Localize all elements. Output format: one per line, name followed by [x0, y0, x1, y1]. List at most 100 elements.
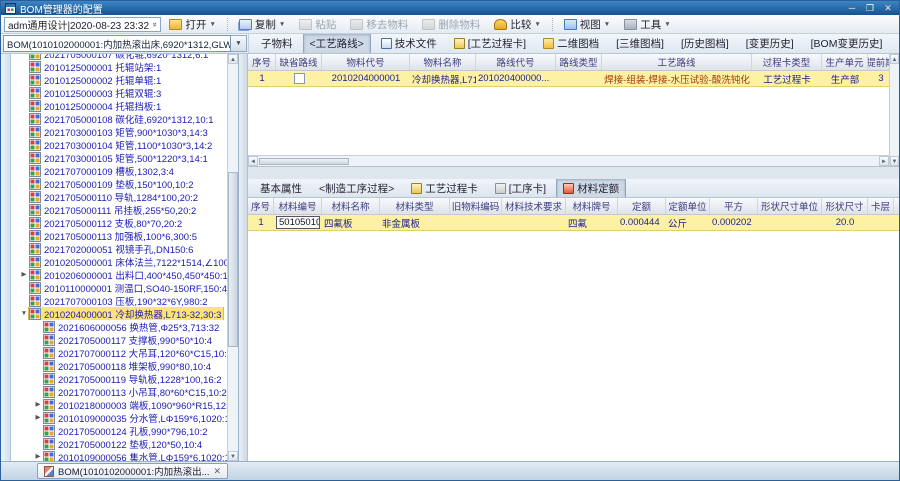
tree-item[interactable]: 2010125000002 托辊单辊:1: [11, 73, 227, 86]
column-header[interactable]: 材料类型: [380, 198, 450, 214]
scroll-up-icon[interactable]: ▲: [228, 54, 238, 64]
tree-item[interactable]: 2021703000103 矩管,900*1030*3,14:3: [11, 125, 227, 138]
left-collapsed-panel-strip[interactable]: [1, 54, 11, 461]
compare-button[interactable]: 比较▼: [488, 15, 546, 34]
table-row[interactable]: 12010204000001冷却换热器,L71..201020400000...…: [248, 71, 889, 87]
route-horizontal-scrollbar[interactable]: ◄ ►: [248, 155, 889, 166]
open-bom-task-tab[interactable]: BOM(1010102000001:内加热滚出... ✕: [37, 463, 228, 479]
column-header[interactable]: 工艺路线: [602, 54, 752, 70]
scroll-right-icon[interactable]: ►: [879, 156, 889, 166]
column-header[interactable]: 物料代号: [322, 54, 410, 70]
tree-item[interactable]: ▶ 2010218000003 端板,1090*960*R15,12:1: [11, 398, 227, 411]
column-header[interactable]: 材料牌号: [566, 198, 618, 214]
collapsed-expander-icon[interactable]: ▶: [33, 398, 43, 411]
column-header[interactable]: 过程卡类型: [752, 54, 822, 70]
cell-editor[interactable]: 501050100...: [276, 216, 320, 229]
tree-splitter[interactable]: [239, 54, 248, 461]
tree-item[interactable]: 2010125000004 托辊挡板:1: [11, 99, 227, 112]
tree-item[interactable]: 2021705000110 导轨,1284*100,20:2: [11, 190, 227, 203]
child-tab[interactable]: [三维图档]: [609, 34, 671, 53]
tree-scroll-track[interactable]: [228, 64, 238, 451]
scroll-down-icon[interactable]: ▼: [228, 451, 238, 461]
column-header[interactable]: 路线代号: [476, 54, 556, 70]
bom-selector-value[interactable]: BOM(1010102000001:内加热滚出床,6920*1312,GLWN9…: [3, 35, 231, 52]
route-vscroll-track[interactable]: [890, 64, 899, 156]
detail-tab[interactable]: [工序卡]: [488, 179, 553, 198]
child-tab[interactable]: 子物料: [254, 34, 300, 53]
collapsed-expander-icon[interactable]: ▶: [33, 411, 43, 424]
tree-item[interactable]: 2021705000111 吊挂板,255*50,20:2: [11, 203, 227, 216]
column-header[interactable]: 形状尺寸: [822, 198, 868, 214]
column-header[interactable]: 提前期: [868, 54, 889, 70]
minimize-button[interactable]: ─: [845, 3, 859, 14]
column-header[interactable]: 材料名称: [322, 198, 380, 214]
column-header[interactable]: 定额单位: [666, 198, 710, 214]
tree-item[interactable]: 2021705000119 导轨板,1228*100,16:2: [11, 372, 227, 385]
column-header[interactable]: 材料编号: [274, 198, 322, 214]
column-header[interactable]: 缺省路线: [276, 54, 322, 70]
tree-scroll-thumb[interactable]: [228, 172, 238, 346]
tree-item[interactable]: 2010110000001 测温口,SO40-150RF,150:4: [11, 281, 227, 294]
column-header[interactable]: 形状尺寸单位: [758, 198, 822, 214]
column-header[interactable]: 卡层: [868, 198, 894, 214]
tree-item[interactable]: 2021705000117 支撑板,990*50*10:4: [11, 333, 227, 346]
column-header[interactable]: 平方: [710, 198, 758, 214]
child-tab[interactable]: [变更历史]: [739, 34, 801, 53]
tree-item[interactable]: 2010125000001 托辊站架:1: [11, 60, 227, 73]
child-tab[interactable]: 技术文件: [374, 34, 444, 53]
tree-vertical-scrollbar[interactable]: ▲ ▼: [227, 54, 238, 461]
tree-item[interactable]: ▶ 2010109000056 集水管,LΦ159*6,1020:1: [11, 450, 227, 461]
route-hscroll-thumb[interactable]: [259, 158, 349, 165]
maximize-button[interactable]: ❐: [863, 3, 877, 14]
tree-item[interactable]: 2021707000113 小吊耳,80*60*C15,10:2: [11, 385, 227, 398]
tree-item[interactable]: 2021703000105 矩管,500*1220*3,14:1: [11, 151, 227, 164]
tree-item[interactable]: 2021606000056 换热管,Φ25*3,713:32: [11, 320, 227, 333]
tree-item[interactable]: 2021705000122 垫板,120*50,10:4: [11, 437, 227, 450]
column-header[interactable]: 物料名称: [410, 54, 476, 70]
tree-item[interactable]: 2021705000108 碳化硅,6920*1312,10:1: [11, 112, 227, 125]
child-tab[interactable]: [BOM变更历史]: [804, 34, 890, 53]
default-route-checkbox[interactable]: [294, 73, 305, 84]
copy-button[interactable]: 复制▼: [233, 15, 291, 34]
route-vertical-scrollbar[interactable]: ▲ ▼: [889, 54, 899, 166]
column-header[interactable]: 旧物料编码: [450, 198, 502, 214]
tree-item[interactable]: ▶ 2010206000001 出料口,400*450,450*450:1: [11, 268, 227, 281]
tab-close-icon[interactable]: ✕: [214, 466, 222, 477]
column-header[interactable]: 序号: [248, 54, 276, 70]
child-tab[interactable]: [工艺过程卡]: [447, 34, 533, 53]
tree-item[interactable]: 2021703000104 矩管,1100*1030*3,14:2: [11, 138, 227, 151]
tree-item[interactable]: 2010125000003 托辊双辊:3: [11, 86, 227, 99]
tree-item[interactable]: 2021705000124 孔板,990*796,10:2: [11, 424, 227, 437]
collapsed-expander-icon[interactable]: ▶: [19, 268, 29, 281]
folder-button[interactable]: 打开▼: [163, 15, 221, 34]
view-button[interactable]: 视图▼: [558, 15, 616, 34]
detail-tab[interactable]: 工艺过程卡: [404, 179, 485, 198]
table-row[interactable]: 1501050100...四氟板非金属板四氟0.000444公斤0.000202…: [248, 215, 899, 231]
close-button[interactable]: ✕: [881, 3, 895, 14]
scroll-down-icon[interactable]: ▼: [890, 156, 899, 166]
tools-button[interactable]: 工具▼: [618, 15, 676, 34]
column-header[interactable]: 路线类型: [556, 54, 602, 70]
detail-tab[interactable]: <制造工序过程>: [312, 179, 401, 198]
tree-item[interactable]: ▶ 2010109000035 分水管,LΦ159*6,1020:1: [11, 411, 227, 424]
scroll-left-icon[interactable]: ◄: [248, 156, 258, 166]
scroll-up-icon[interactable]: ▲: [890, 54, 899, 64]
column-header[interactable]: 材料技术要求: [502, 198, 566, 214]
tree-item[interactable]: 2021707000103 压板,190*32*6Y,980:2: [11, 294, 227, 307]
tree-item[interactable]: 2021702000051 视镜手孔,DN150:6: [11, 242, 227, 255]
bom-selector-dropdown-button[interactable]: ▼: [231, 35, 247, 52]
tree-item[interactable]: 2010205000001 床体法兰,7122*1514,∠100:1: [11, 255, 227, 268]
tree-item[interactable]: ▼ 2010204000001 冷却换热器,L713-32,30:3: [11, 307, 227, 320]
child-tab[interactable]: 二维图档: [536, 34, 606, 53]
column-header[interactable]: 定额: [618, 198, 666, 214]
detail-tab[interactable]: 材料定额: [556, 179, 626, 198]
tree-item[interactable]: 2021705000113 加强板,100*6,300:5: [11, 229, 227, 242]
expanded-expander-icon[interactable]: ▼: [19, 307, 29, 320]
collapsed-expander-icon[interactable]: ▶: [33, 450, 43, 461]
child-tab[interactable]: [历史图档]: [674, 34, 736, 53]
tree-item[interactable]: 2021705000109 垫板,150*100,10:2: [11, 177, 227, 190]
child-tab[interactable]: <工艺路线>: [303, 34, 371, 53]
column-header[interactable]: 生产单元: [822, 54, 868, 70]
tree-item[interactable]: 2021705000112 支板,80*70,20:2: [11, 216, 227, 229]
tree-item[interactable]: 2021705000118 堆架板,990*80,10:4: [11, 359, 227, 372]
